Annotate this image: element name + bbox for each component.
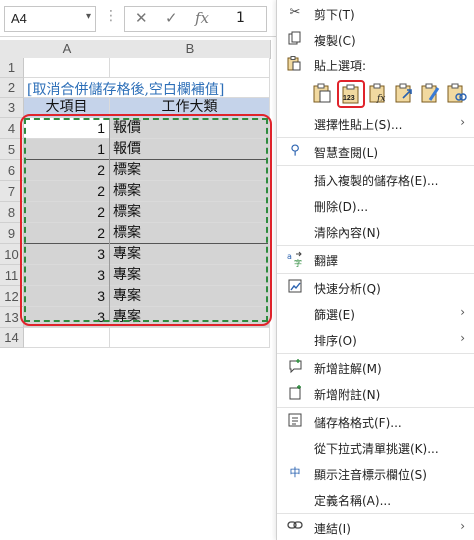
formula-buttons: ✕ ✓ fx — [124, 6, 228, 32]
menu-item-phonetic[interactable]: 中 顯示注音標示欄位(S) — [277, 460, 474, 486]
cell-a1[interactable] — [24, 58, 110, 78]
scissors-icon: ✂ — [289, 5, 301, 20]
menu-label: 排序(O) — [314, 334, 357, 348]
menu-label: 翻譯 — [314, 254, 339, 268]
copy-icon — [287, 31, 303, 47]
menu-label: 插入複製的儲存格(E)... — [314, 174, 439, 188]
menu-item-delete[interactable]: 刪除(D)... — [277, 192, 474, 218]
svg-text:fx: fx — [376, 94, 385, 104]
menu-item-link[interactable]: 連結(I) › — [277, 514, 474, 540]
name-box[interactable]: A4 ▾ — [4, 6, 96, 32]
menu-label: 刪除(D)... — [314, 200, 369, 214]
menu-label: 選擇性貼上(S)... — [314, 118, 403, 132]
sheet-title: [取消合併儲存格後,空白欄補值] — [27, 82, 225, 98]
paste-button[interactable] — [311, 82, 335, 106]
cancel-icon[interactable]: ✕ — [135, 9, 148, 27]
menu-label: 清除內容(N) — [314, 226, 381, 240]
chevron-right-icon: › — [460, 331, 465, 345]
menu-label: 篩選(E) — [314, 308, 355, 322]
row-header[interactable]: 3 — [0, 98, 24, 118]
menu-item-sort[interactable]: 排序(O) › — [277, 326, 474, 352]
paste-options-header: 貼上選項: — [277, 54, 474, 76]
menu-item-translate[interactable]: a字 翻譯 — [277, 246, 474, 272]
menu-item-smart-lookup[interactable]: ⚲ 智慧查閱(L) — [277, 138, 474, 164]
new-note-icon — [287, 385, 303, 401]
drag-handle-icon[interactable]: ⋮ — [104, 8, 118, 24]
menu-item-define-name[interactable]: 定義名稱(A)... — [277, 486, 474, 512]
search-icon: ⚲ — [290, 143, 300, 158]
menu-item-copy[interactable]: 複製(C) — [277, 26, 474, 52]
formula-value: 1 — [236, 10, 245, 26]
context-menu: ✂ 剪下(T) 複製(C) 貼上選項: 123 fx 選擇性貼上(S)... ›… — [276, 0, 474, 540]
menu-item-new-note[interactable]: 新增附註(N) — [277, 380, 474, 406]
row-header[interactable]: 14 — [0, 328, 24, 348]
row-header[interactable]: 1 — [0, 58, 24, 78]
paste-values-caption: 123 — [343, 95, 355, 102]
menu-label: 剪下(T) — [314, 8, 355, 22]
translate-icon: a字 — [287, 251, 303, 268]
select-all-corner[interactable] — [0, 40, 25, 59]
menu-label: 定義名稱(A)... — [314, 494, 392, 508]
paste-formatting-button[interactable] — [419, 82, 443, 106]
menu-label: 從下拉式清單挑選(K)... — [314, 442, 439, 456]
menu-label: 連結(I) — [314, 522, 351, 536]
paste-formulas-button[interactable]: fx — [367, 82, 391, 106]
menu-item-clear-contents[interactable]: 清除內容(N) — [277, 218, 474, 244]
selection-highlight — [20, 114, 272, 326]
row-header[interactable]: 2 — [0, 78, 24, 98]
svg-text:字: 字 — [294, 258, 302, 267]
menu-label: 智慧查閱(L) — [314, 146, 379, 160]
column-header-b[interactable]: B — [110, 40, 271, 59]
paste-values-button[interactable]: 123 — [337, 80, 365, 108]
svg-text:a: a — [287, 252, 292, 261]
chevron-right-icon: › — [460, 519, 465, 533]
clipboard-icon — [287, 56, 301, 75]
confirm-icon[interactable]: ✓ — [165, 9, 178, 27]
format-cells-icon — [287, 413, 303, 429]
menu-label: 快速分析(Q) — [314, 282, 381, 296]
chevron-right-icon: › — [460, 115, 465, 129]
menu-item-insert-copied[interactable]: 插入複製的儲存格(E)... — [277, 166, 474, 192]
menu-item-new-comment[interactable]: 新增註解(M) — [277, 354, 474, 380]
formula-input[interactable]: 1 — [226, 6, 267, 32]
link-icon — [287, 519, 303, 535]
menu-label: 複製(C) — [314, 34, 356, 48]
menu-item-quick-analysis[interactable]: 快速分析(Q) — [277, 274, 474, 300]
menu-item-format-cells[interactable]: 儲存格格式(F)... — [277, 408, 474, 434]
menu-label: 儲存格格式(F)... — [314, 416, 402, 430]
cell-a2-title[interactable]: [取消合併儲存格後,空白欄補值] — [24, 78, 270, 98]
menu-label: 顯示注音標示欄位(S) — [314, 468, 427, 482]
menu-item-paste-special[interactable]: 選擇性貼上(S)... › — [277, 110, 474, 136]
paste-link-button[interactable] — [445, 82, 469, 106]
insert-function-icon[interactable]: fx — [195, 9, 209, 27]
menu-item-cut[interactable]: ✂ 剪下(T) — [277, 0, 474, 26]
menu-item-pick-from-list[interactable]: 從下拉式清單挑選(K)... — [277, 434, 474, 460]
cell-a14[interactable] — [24, 328, 110, 348]
menu-label: 新增附註(N) — [314, 388, 381, 402]
menu-label: 新增註解(M) — [314, 362, 382, 376]
cell-b14[interactable] — [110, 328, 270, 348]
menu-item-filter[interactable]: 篩選(E) › — [277, 300, 474, 326]
new-comment-icon — [287, 359, 303, 375]
phonetic-icon: 中 — [289, 466, 301, 479]
chevron-down-icon[interactable]: ▾ — [86, 11, 91, 22]
paste-transpose-button[interactable] — [393, 82, 417, 106]
paste-options-label: 貼上選項: — [314, 59, 367, 73]
chevron-right-icon: › — [460, 305, 465, 319]
cell-b1[interactable] — [110, 58, 270, 78]
name-box-value: A4 — [11, 11, 27, 26]
column-header-a[interactable]: A — [24, 40, 111, 59]
quick-analysis-icon — [287, 279, 303, 295]
